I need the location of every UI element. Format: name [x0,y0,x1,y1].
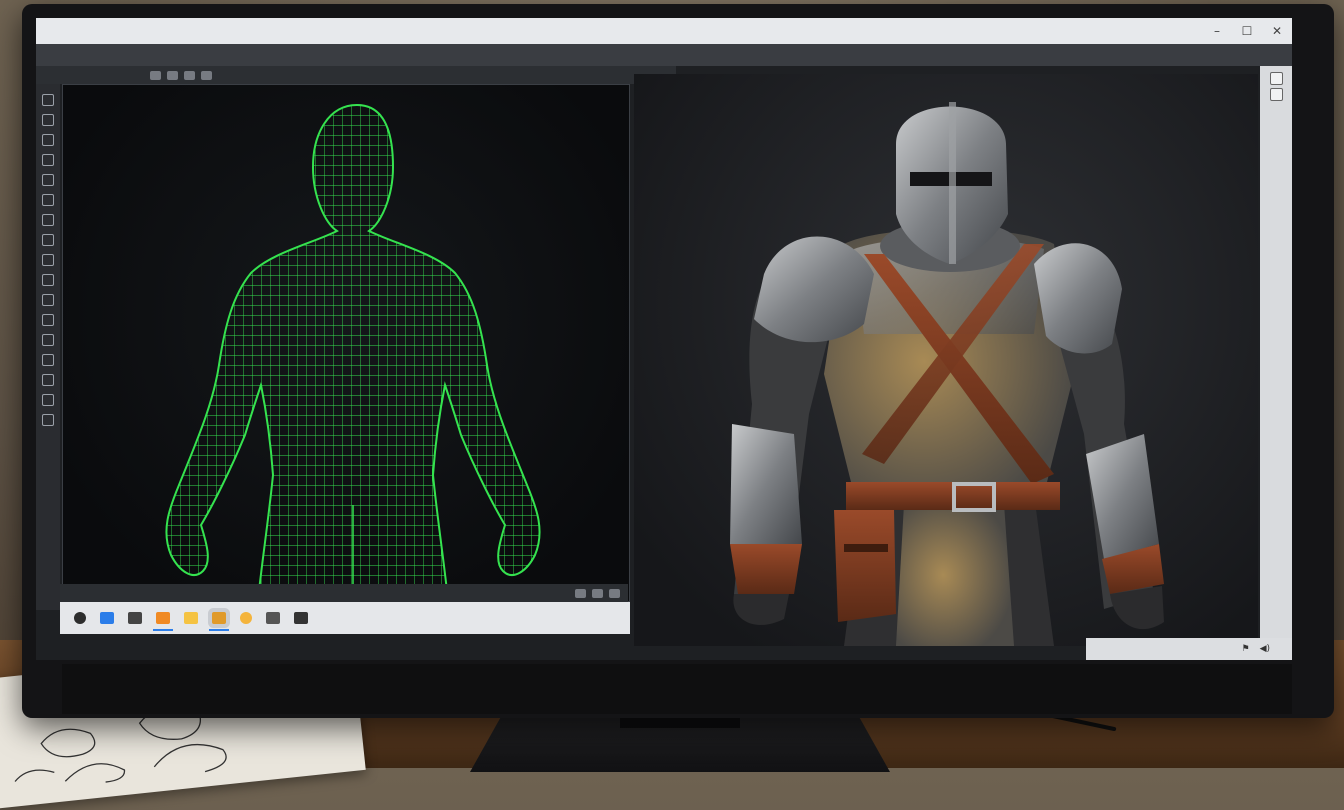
brush-icon[interactable] [42,174,54,186]
select-icon[interactable] [42,94,54,106]
viewport-statusbar [60,584,628,602]
move-icon[interactable] [42,114,54,126]
maximize-button[interactable]: ☐ [1232,24,1262,38]
grid-icon[interactable] [42,214,54,226]
monitor-frame: – ☐ ✕ ⚑ ◀) [22,4,1334,718]
start-icon[interactable] [74,612,86,624]
mesh-icon[interactable] [42,234,54,246]
armored-knight-render [730,102,1164,646]
folder-icon[interactable] [128,612,142,624]
render-icon[interactable] [42,414,54,426]
viewport-toolbar [36,66,676,84]
view-mode-icon[interactable] [150,70,161,80]
layer-icon[interactable] [42,314,54,326]
media-icon[interactable] [240,612,252,624]
volume-icon[interactable]: ◀) [1260,644,1270,654]
menubar [36,44,1292,66]
browser-icon[interactable] [100,612,114,624]
app-icon[interactable] [153,612,173,631]
zoom-icon[interactable] [575,588,586,598]
panel-toggle-icon[interactable] [1270,72,1283,85]
fit-view-icon[interactable] [592,588,603,598]
snap-icon[interactable] [201,70,212,80]
shading-icon[interactable] [167,70,178,80]
info-icon[interactable] [42,354,54,366]
files-icon[interactable] [184,612,198,624]
notes-icon[interactable] [266,612,280,624]
scale-icon[interactable] [42,154,54,166]
taskbar [60,602,630,634]
render-viewport[interactable] [634,74,1258,646]
screen: – ☐ ✕ ⚑ ◀) [36,18,1292,660]
active-app-icon[interactable] [209,612,229,631]
wireframe-humanoid [165,103,541,592]
camera-icon[interactable] [42,254,54,266]
store-icon[interactable] [294,612,308,624]
pen-icon[interactable] [42,194,54,206]
fullscreen-icon[interactable] [609,588,620,598]
close-button[interactable]: ✕ [1262,24,1292,38]
material-icon[interactable] [42,294,54,306]
globe-icon[interactable] [42,394,54,406]
window-titlebar: – ☐ ✕ [36,18,1292,44]
left-tool-palette [36,84,60,610]
system-tray: ⚑ ◀) [1086,638,1292,660]
minimize-button[interactable]: – [1202,24,1232,38]
monitor-chin [62,664,1292,714]
rotate-icon[interactable] [42,134,54,146]
shield-icon[interactable] [42,374,54,386]
network-icon[interactable]: ⚑ [1241,644,1249,654]
settings-icon[interactable] [42,334,54,346]
wireframe-viewport[interactable] [62,84,630,602]
right-side-panel [1260,66,1292,660]
gizmo-icon[interactable] [184,70,195,80]
panel-options-icon[interactable] [1270,88,1283,101]
light-icon[interactable] [42,274,54,286]
